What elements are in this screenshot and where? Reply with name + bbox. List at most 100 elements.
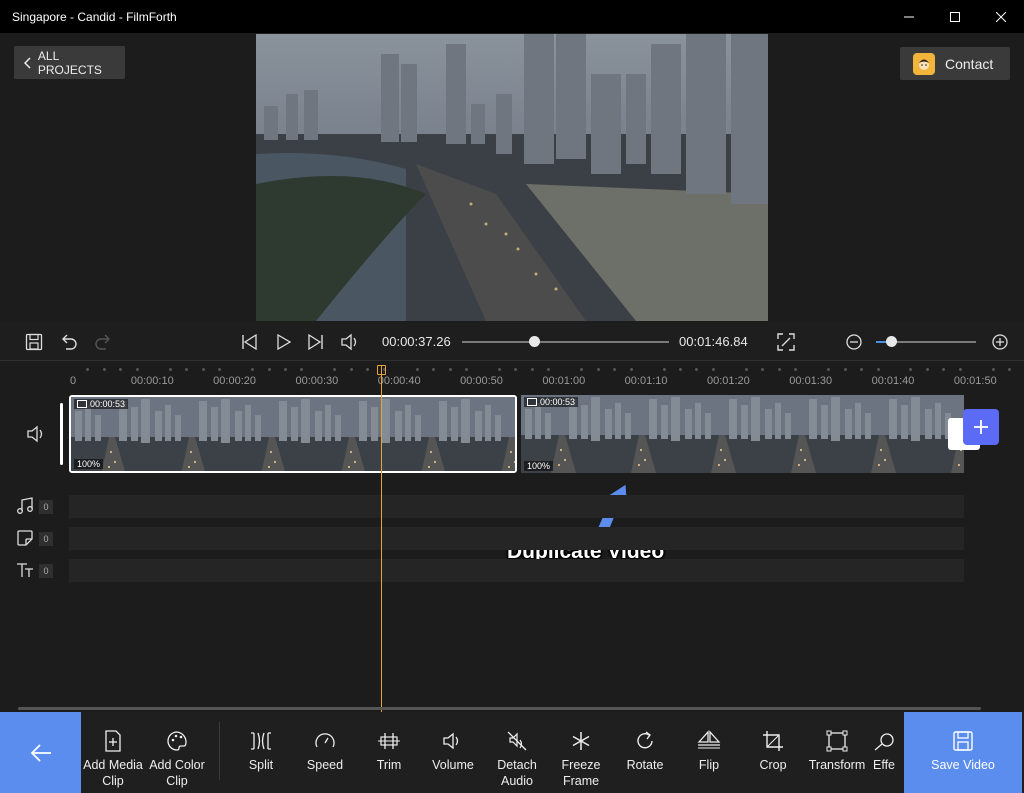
ruler-minor-tick (168, 368, 172, 371)
playhead-handle[interactable] (377, 365, 386, 375)
zoom-out-button[interactable] (843, 331, 865, 353)
ruler-minor-tick (300, 368, 304, 371)
video-clip-1[interactable]: 00:00:53 100% (69, 395, 517, 473)
timeline-scrollbar[interactable] (18, 707, 981, 710)
clip-trim-left-handle[interactable] (60, 403, 63, 465)
track-volume-icon[interactable] (26, 424, 46, 444)
toolbar-divider (219, 722, 220, 780)
contact-button[interactable]: Contact (900, 47, 1010, 80)
text-lane[interactable] (69, 559, 964, 582)
city-scene-image (256, 34, 768, 321)
trim-button[interactable]: Trim (357, 712, 421, 793)
close-button[interactable] (978, 0, 1024, 33)
ruler-tick-label: 00:01:30 (789, 375, 833, 387)
maximize-icon (950, 11, 960, 22)
undo-button[interactable] (58, 331, 80, 353)
ruler-minor-tick (794, 368, 798, 371)
add-clip-button[interactable] (963, 409, 999, 445)
speaker-icon (27, 425, 43, 443)
transform-icon (825, 729, 849, 753)
clip-thumbnail-frame (601, 395, 681, 473)
sticker-lane[interactable] (69, 527, 964, 550)
ruler-minor-tick (860, 368, 864, 371)
ruler-minor-tick (613, 368, 617, 371)
transform-button[interactable]: Transform (805, 712, 869, 793)
rotate-button[interactable]: Rotate (613, 712, 677, 793)
flip-button[interactable]: Flip (677, 712, 741, 793)
ruler-minor-tick (695, 368, 699, 371)
effects-button[interactable]: Effe (864, 712, 904, 793)
back-button[interactable] (0, 712, 81, 793)
clip-thumbnail-frame (681, 395, 761, 473)
clip-thumbnail-frame (391, 397, 471, 471)
volume-button[interactable]: Volume (421, 712, 485, 793)
music-lane[interactable] (69, 495, 964, 518)
ruler-minor-tick (744, 368, 748, 371)
skip-forward-button[interactable] (305, 331, 327, 353)
maximize-button[interactable] (932, 0, 978, 33)
add-media-clip-button[interactable]: Add Media Clip (81, 712, 145, 793)
freeze-frame-button[interactable]: Freeze Frame (549, 712, 613, 793)
ruler-tick-label: 00:01:00 (542, 375, 586, 387)
save-video-button[interactable]: Save Video (904, 712, 1022, 793)
playhead[interactable] (381, 366, 382, 712)
ruler-minor-tick (1008, 368, 1012, 371)
minimize-button[interactable] (886, 0, 932, 33)
ruler-minor-tick (283, 368, 287, 371)
text-lane-count: 0 (39, 564, 53, 578)
clip-thumbnail-frame (151, 397, 231, 471)
ruler-minor-tick (86, 368, 90, 371)
ruler-minor-tick (991, 368, 995, 371)
ruler-minor-tick (333, 368, 337, 371)
ruler-minor-tick (514, 368, 518, 371)
ruler-minor-tick (465, 368, 469, 371)
detach-audio-button[interactable]: Detach Audio (485, 712, 549, 793)
clip-volume: 100% (524, 461, 554, 471)
contact-label: Contact (945, 55, 994, 72)
save-project-button[interactable] (23, 331, 45, 353)
detach-audio-icon (505, 729, 529, 753)
flip-icon (697, 729, 721, 753)
ruler-minor-tick (349, 368, 353, 371)
text-icon (17, 563, 33, 577)
transport-bar: 00:00:37.26 00:01:46.84 (0, 322, 1024, 360)
fullscreen-button[interactable] (775, 331, 797, 353)
video-clip-2[interactable]: 00:00:53 100% (521, 395, 964, 473)
music-note-icon (17, 497, 33, 514)
clip-volume: 100% (74, 459, 104, 469)
split-button[interactable]: Split (229, 712, 293, 793)
redo-button[interactable] (92, 331, 114, 353)
add-file-icon (101, 729, 125, 753)
music-lane-count: 0 (39, 500, 53, 514)
sticker-lane-icon (16, 529, 34, 547)
effects-icon (872, 729, 896, 753)
seek-bar[interactable] (462, 341, 669, 343)
add-color-clip-button[interactable]: Add Color Clip (145, 712, 209, 793)
floppy-disk-icon (25, 333, 43, 351)
mute-button[interactable] (339, 331, 361, 353)
ruler-tick-label: 00:00:30 (295, 375, 339, 387)
seek-handle[interactable] (529, 336, 541, 347)
ruler-minor-tick (267, 368, 271, 371)
all-projects-button[interactable]: ALL PROJECTS (14, 46, 125, 79)
zoom-in-button[interactable] (989, 331, 1011, 353)
play-icon (277, 333, 292, 351)
play-button[interactable] (272, 331, 294, 353)
ruler-tick-label: 00:01:10 (624, 375, 668, 387)
zoom-handle[interactable] (886, 336, 897, 347)
total-time: 00:01:46.84 (679, 334, 748, 349)
snowflake-icon (569, 729, 593, 753)
speed-button[interactable]: Speed (293, 712, 357, 793)
plus-icon (974, 420, 988, 434)
skip-back-button[interactable] (238, 331, 260, 353)
ruler-minor-tick (432, 368, 436, 371)
fullscreen-icon (777, 333, 795, 351)
ruler-minor-tick (580, 368, 584, 371)
timeline-ruler[interactable]: 0 00:00:10 00:00:20 00:00:30 00:00:40 00:00:5… (60, 366, 1024, 394)
clip-thumbnail-frame (311, 397, 391, 471)
ruler-minor-tick (958, 368, 962, 371)
title-bar: Singapore - Candid - FilmForth (0, 0, 1024, 33)
crop-button[interactable]: Crop (741, 712, 805, 793)
redo-icon (95, 334, 110, 350)
ruler-tick-label: 00:00:40 (377, 375, 421, 387)
